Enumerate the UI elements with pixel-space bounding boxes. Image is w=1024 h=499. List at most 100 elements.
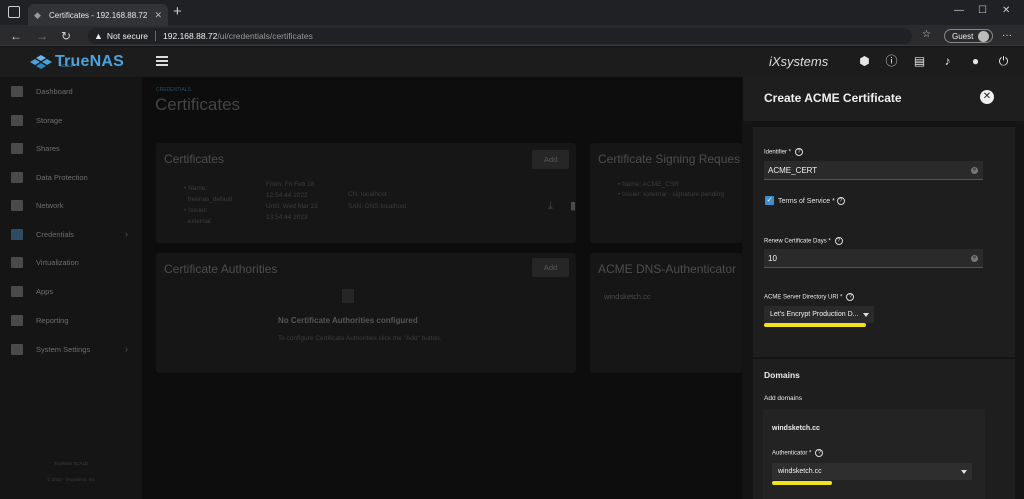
clear-icon[interactable]: ✕: [971, 167, 978, 174]
window-menu-icon[interactable]: [8, 6, 20, 18]
clear-icon[interactable]: ✕: [971, 255, 978, 262]
help-icon[interactable]: ?: [795, 148, 804, 156]
sidebar-item-data-protection[interactable]: Data Protection: [0, 163, 142, 191]
sidebar-item-label: Data Protection: [36, 172, 88, 182]
close-window-icon[interactable]: ✕: [1002, 5, 1010, 16]
sidebar-item-label: System Settings: [36, 344, 91, 354]
add-authority-button[interactable]: Add: [532, 258, 569, 277]
identifier-value: ACME_CERT: [768, 166, 818, 175]
highlight-mark: [772, 481, 832, 485]
panel-title: Create ACME Certificate: [764, 91, 902, 105]
sidebar-item-label: Credentials: [36, 229, 74, 239]
sidebar-item-label: Network: [36, 200, 64, 210]
empty-state-icon: [342, 289, 354, 303]
sidebar-item-reporting[interactable]: Reporting: [0, 306, 142, 334]
identifier-label: Identifier *?: [764, 148, 804, 156]
directory-uri-value: Let's Encrypt Production D...: [770, 311, 859, 318]
download-icon[interactable]: ⤓: [548, 201, 553, 212]
dashboard-icon: [11, 85, 23, 97]
ixsystems-logo[interactable]: iXsystems: [769, 54, 828, 69]
chevron-down-icon: [961, 470, 967, 474]
breadcrumb[interactable]: CREDENTIALS: [156, 87, 191, 93]
info-icon[interactable]: ⓘ: [885, 55, 898, 68]
maximize-icon[interactable]: ☐: [978, 5, 987, 16]
favorites-icon[interactable]: ☆: [922, 29, 931, 40]
renew-days-label: Renew Certificate Days *?: [764, 237, 843, 245]
sidebar-item-virtualization[interactable]: Virtualization: [0, 248, 142, 276]
help-icon[interactable]: ?: [834, 237, 843, 245]
delete-icon[interactable]: ▮: [570, 201, 576, 212]
sidebar-item-apps[interactable]: Apps: [0, 277, 142, 305]
directory-services-icon[interactable]: ▤: [913, 55, 926, 68]
terms-checkbox[interactable]: ✓: [765, 196, 774, 205]
sidebar-item-system-settings[interactable]: System Settings ›: [0, 335, 142, 363]
renew-days-input[interactable]: 10 ✕: [764, 249, 983, 268]
add-certificate-button[interactable]: Add: [532, 150, 569, 169]
panel-body: Identifier *? ACME_CERT ✕ ✓ Terms of Ser…: [743, 121, 1024, 499]
identifier-input[interactable]: ACME_CERT ✕: [764, 161, 983, 180]
forward-icon[interactable]: →: [36, 28, 48, 44]
sidebar-item-label: Shares: [36, 143, 60, 153]
browser-tab-bar: ◆ Certificates - 192.168.88.72 ✕ + — ☐ ✕: [0, 0, 1024, 26]
authenticator-select[interactable]: windsketch.cc: [772, 463, 972, 480]
acme-dns-item[interactable]: windsketch.cc: [604, 291, 651, 302]
monitor-icon: [11, 256, 23, 268]
csr-issuer: • Issuer: external - signature pending: [618, 191, 724, 198]
back-icon[interactable]: ←: [10, 28, 22, 44]
directory-uri-select[interactable]: Let's Encrypt Production D...: [764, 306, 874, 323]
shield-icon: [11, 171, 23, 183]
apps-grid-icon: [11, 285, 23, 297]
card-title: Certificate Signing Reques: [598, 152, 741, 166]
sidebar-item-label: Storage: [36, 115, 63, 125]
cert-until: Until: Wed Mar 22 13:54:44 2023: [266, 203, 318, 221]
profile-button[interactable]: Guest: [944, 29, 994, 43]
help-icon[interactable]: ?: [815, 449, 824, 457]
shares-icon: [11, 142, 23, 154]
help-icon[interactable]: ?: [846, 293, 855, 301]
sidebar-item-credentials[interactable]: Credentials ›: [0, 220, 142, 248]
certificate-options-section: Identifier *? ACME_CERT ✕ ✓ Terms of Ser…: [753, 127, 1015, 357]
reload-icon[interactable]: ↻: [61, 28, 71, 44]
renew-days-value: 10: [768, 254, 777, 263]
sidebar-item-label: Dashboard: [36, 86, 73, 96]
notifications-icon[interactable]: ♪: [941, 55, 954, 68]
truenas-logo[interactable]: TrueNAS: [30, 53, 124, 71]
sidebar-item-shares[interactable]: Shares: [0, 134, 142, 162]
truenas-mark-icon: [30, 55, 52, 69]
more-icon[interactable]: ···: [1002, 30, 1012, 41]
sidebar-footer-product: TrueNAS SCALE: [53, 461, 89, 466]
domains-section: Domains Add domains windsketch.cc Authen…: [753, 359, 1015, 499]
truenas-favicon-icon: ◆: [34, 9, 41, 20]
account-icon[interactable]: ●: [969, 55, 982, 68]
sidebar-item-network[interactable]: Network: [0, 191, 142, 219]
sidebar-item-label: Reporting: [36, 315, 69, 325]
domain-entry: windsketch.cc Authenticator *? windsketc…: [763, 409, 985, 499]
power-icon[interactable]: ⏻: [997, 55, 1010, 68]
card-title: ACME DNS-Authenticator: [598, 262, 737, 276]
empty-state-hint: To configure Certificate Authorities cli…: [278, 335, 442, 342]
add-domains-label: Add domains: [764, 395, 802, 402]
help-icon[interactable]: ?: [836, 197, 845, 205]
directory-uri-label: ACME Server Directory URI *?: [764, 293, 855, 301]
highlight-mark: [764, 323, 866, 327]
url-field[interactable]: ▲ Not secure 192.168.88.72 /ui/credentia…: [88, 28, 912, 44]
profile-label: Guest: [952, 31, 974, 41]
authenticator-label: Authenticator *?: [772, 449, 824, 457]
browser-address-bar: ← → ↻ ▲ Not secure 192.168.88.72 /ui/cre…: [0, 26, 1024, 46]
sidebar-item-dashboard[interactable]: Dashboard: [0, 77, 142, 105]
card-title: Certificates: [164, 152, 225, 166]
url-path: /ui/credentials/certificates: [217, 31, 313, 41]
truecommand-icon[interactable]: ⬢: [858, 55, 871, 68]
close-tab-icon[interactable]: ✕: [154, 10, 162, 21]
new-tab-icon[interactable]: +: [173, 4, 182, 20]
browser-tab[interactable]: ◆ Certificates - 192.168.88.72 ✕: [28, 4, 168, 26]
panel-header: Create ACME Certificate ✕: [743, 77, 1024, 121]
sidebar-item-storage[interactable]: Storage: [0, 106, 142, 134]
empty-state-title: No Certificate Authorities configured: [278, 316, 418, 325]
main-content: CREDENTIALS Certificates Certificates Ad…: [142, 77, 742, 499]
menu-toggle-icon[interactable]: [156, 56, 168, 66]
minimize-icon[interactable]: —: [954, 5, 964, 16]
reporting-icon: [11, 314, 23, 326]
acme-dns-card: ACME DNS-Authenticator windsketch.cc: [590, 253, 742, 373]
close-panel-button[interactable]: ✕: [980, 90, 994, 104]
